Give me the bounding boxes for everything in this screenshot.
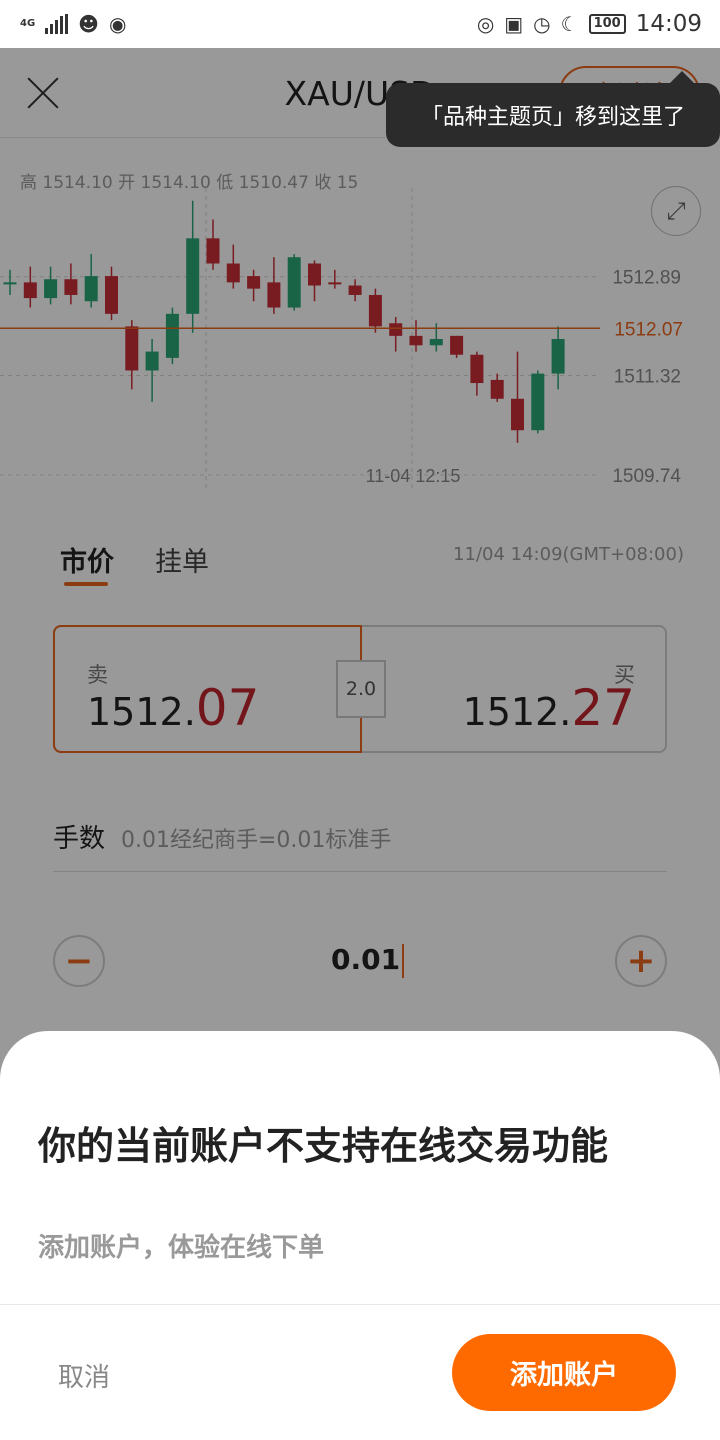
wechat-icon: ◉: [109, 12, 127, 36]
cancel-button[interactable]: 取消: [58, 1357, 110, 1394]
alarm-icon: ◷: [533, 12, 551, 36]
hint-tooltip: 「品种主题页」移到这里了: [386, 71, 720, 147]
nfc-icon: ▣: [504, 12, 524, 36]
sheet-subtitle: 添加账户，体验在线下单: [38, 1233, 325, 1263]
network-type: 4G: [20, 18, 36, 29]
status-right: ◎ ▣ ◷ ☾ 100 14:09: [477, 11, 702, 37]
eye-icon: ◎: [476, 12, 495, 36]
status-bar: 4G ☻ ◉ ◎ ▣ ◷ ☾ 100 14:09: [0, 0, 720, 48]
add-account-button[interactable]: 添加账户: [452, 1334, 676, 1411]
moon-icon: ☾: [560, 12, 579, 36]
bottom-sheet: 你的当前账户不支持在线交易功能 添加账户，体验在线下单 取消 添加账户: [0, 1031, 720, 1440]
qq-icon: ☻: [78, 12, 100, 36]
status-left: 4G ☻ ◉: [20, 12, 126, 36]
clock: 14:09: [635, 11, 702, 37]
sheet-title: 你的当前账户不支持在线交易功能: [38, 1124, 609, 1168]
divider: [0, 1304, 720, 1305]
battery-icon: 100: [588, 14, 626, 34]
signal-icon: [45, 14, 69, 34]
